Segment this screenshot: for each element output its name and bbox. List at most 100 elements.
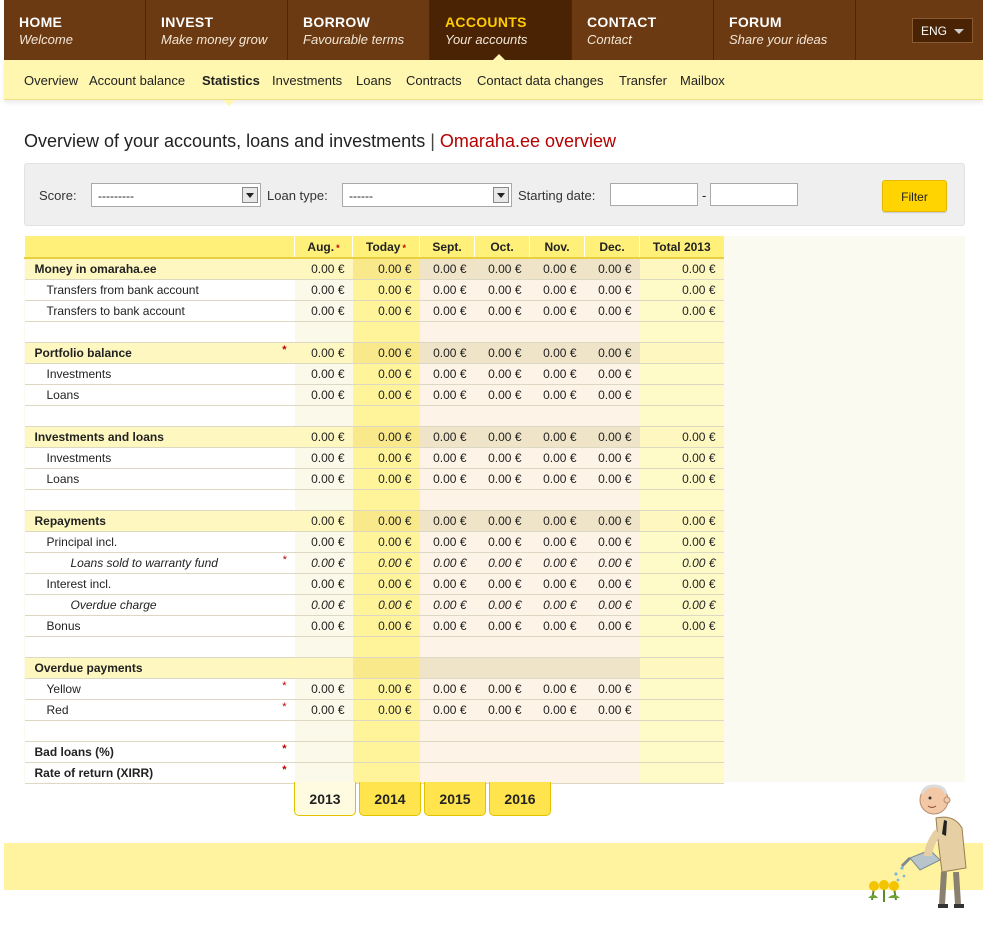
cell-today: 0.00 €: [352, 342, 420, 364]
cell-total: [639, 678, 724, 700]
year-tab-2016[interactable]: 2016: [489, 782, 551, 816]
cell-oct: 0.00 €: [474, 300, 530, 322]
cell-sept: [419, 405, 475, 427]
cell-sept: 0.00 €: [419, 699, 475, 721]
col-header-oct: Oct.: [474, 236, 530, 259]
row-label-text: Loans sold to warranty fund: [70, 555, 218, 570]
subnav-loans[interactable]: Loans: [356, 73, 391, 88]
cell-total: 0.00 €: [639, 426, 724, 448]
cell-oct: 0.00 €: [474, 447, 530, 469]
col-header-aug: Aug. *: [294, 236, 353, 259]
row-label: Loans: [24, 468, 295, 490]
nav-forum[interactable]: FORUM Share your ideas: [714, 0, 856, 60]
cell-total: [639, 657, 724, 679]
cell-aug: 0.00 €: [294, 594, 353, 616]
cell-dec: 0.00 €: [584, 510, 640, 532]
subnav-overview[interactable]: Overview: [24, 73, 78, 88]
cell-sept: [419, 741, 475, 763]
cell-aug: 0.00 €: [294, 426, 353, 448]
cell-dec: 0.00 €: [584, 594, 640, 616]
loan-type-select-value: ------: [349, 189, 373, 203]
cell-nov: 0.00 €: [529, 384, 585, 406]
nav-accounts-subtitle: Your accounts: [445, 32, 528, 47]
cell-total: 0.00 €: [639, 279, 724, 301]
cell-today: 0.00 €: [352, 615, 420, 637]
sub-navigation: Overview Account balance Statistics Inve…: [4, 60, 983, 106]
subnav-contact-data-changes[interactable]: Contact data changes: [477, 73, 603, 88]
cell-total: [639, 720, 724, 742]
subnav-statistics[interactable]: Statistics: [202, 73, 260, 88]
required-marker: *: [282, 763, 287, 776]
cell-today: 0.00 €: [352, 279, 420, 301]
cell-dec: 0.00 €: [584, 468, 640, 490]
cell-nov: 0.00 €: [529, 678, 585, 700]
filter-bar: Score: --------- Loan type: ------ Start…: [24, 163, 965, 226]
table-row: Repayments 0.00 €0.00 €0.00 €0.00 €0.00 €…: [24, 510, 724, 532]
table-row: Principal incl. 0.00 €0.00 €0.00 €0.00 €0…: [24, 531, 724, 553]
row-label: Yellow *: [24, 678, 295, 700]
nav-invest[interactable]: INVEST Make money grow: [146, 0, 288, 60]
row-label: [24, 636, 295, 658]
year-tab-2014[interactable]: 2014: [359, 782, 421, 816]
nav-contact[interactable]: CONTACT Contact: [572, 0, 714, 60]
date-from-input[interactable]: [610, 183, 698, 206]
row-label: Principal incl.: [24, 531, 295, 553]
cell-sept: [419, 762, 475, 784]
table-row: Red * 0.00 €0.00 €0.00 €0.00 €0.00 €0.00 €: [24, 699, 724, 721]
filter-button[interactable]: Filter: [882, 180, 947, 212]
cell-oct: [474, 741, 530, 763]
year-tab-2013[interactable]: 2013: [294, 782, 356, 816]
cell-nov: 0.00 €: [529, 531, 585, 553]
cell-nov: 0.00 €: [529, 699, 585, 721]
cell-dec: [584, 321, 640, 343]
cell-oct: 0.00 €: [474, 615, 530, 637]
nav-borrow[interactable]: BORROW Favourable terms: [288, 0, 430, 60]
cell-total: [639, 405, 724, 427]
loan-type-select[interactable]: ------: [342, 183, 512, 207]
cell-today: 0.00 €: [352, 300, 420, 322]
row-label-text: Portfolio balance: [34, 345, 132, 360]
cell-aug: 0.00 €: [294, 531, 353, 553]
row-label: Repayments: [24, 510, 295, 532]
cell-sept: 0.00 €: [419, 573, 475, 595]
subnav-contracts[interactable]: Contracts: [406, 73, 462, 88]
cell-today: [352, 657, 420, 679]
cell-total: 0.00 €: [639, 447, 724, 469]
row-label-text: Red: [46, 702, 69, 717]
date-to-input[interactable]: [710, 183, 798, 206]
page-title-text: Overview of your accounts, loans and inv…: [24, 131, 426, 151]
row-label: Portfolio balance *: [24, 342, 295, 364]
nav-home-subtitle: Welcome: [19, 32, 73, 47]
cell-nov: [529, 657, 585, 679]
table-header-row: Aug. * Today * Sept. Oct. Nov. Dec. Total …: [24, 236, 724, 259]
cell-total: 0.00 €: [639, 300, 724, 322]
cell-aug: 0.00 €: [294, 468, 353, 490]
cell-dec: [584, 405, 640, 427]
subnav-investments[interactable]: Investments: [272, 73, 342, 88]
cell-aug: [294, 321, 353, 343]
cell-sept: 0.00 €: [419, 531, 475, 553]
cell-nov: 0.00 €: [529, 615, 585, 637]
cell-total: 0.00 €: [639, 258, 724, 280]
subnav-mailbox[interactable]: Mailbox: [680, 73, 725, 88]
cell-dec: [584, 636, 640, 658]
cell-nov: 0.00 €: [529, 363, 585, 385]
nav-accounts[interactable]: ACCOUNTS Your accounts: [430, 0, 572, 61]
language-select[interactable]: ENG: [912, 18, 973, 43]
cell-today: 0.00 €: [352, 552, 420, 574]
required-marker: *: [282, 553, 287, 566]
year-tab-2015[interactable]: 2015: [424, 782, 486, 816]
cell-dec: 0.00 €: [584, 300, 640, 322]
cell-dec: 0.00 €: [584, 552, 640, 574]
cell-total: [639, 636, 724, 658]
subnav-account-balance[interactable]: Account balance: [89, 73, 185, 88]
cell-nov: 0.00 €: [529, 552, 585, 574]
cell-nov: 0.00 €: [529, 426, 585, 448]
cell-aug: 0.00 €: [294, 552, 353, 574]
cell-oct: 0.00 €: [474, 468, 530, 490]
subnav-transfer[interactable]: Transfer: [619, 73, 667, 88]
score-select[interactable]: ---------: [91, 183, 261, 207]
nav-home[interactable]: HOME Welcome: [4, 0, 146, 60]
cell-aug: 0.00 €: [294, 615, 353, 637]
cell-dec: [584, 720, 640, 742]
